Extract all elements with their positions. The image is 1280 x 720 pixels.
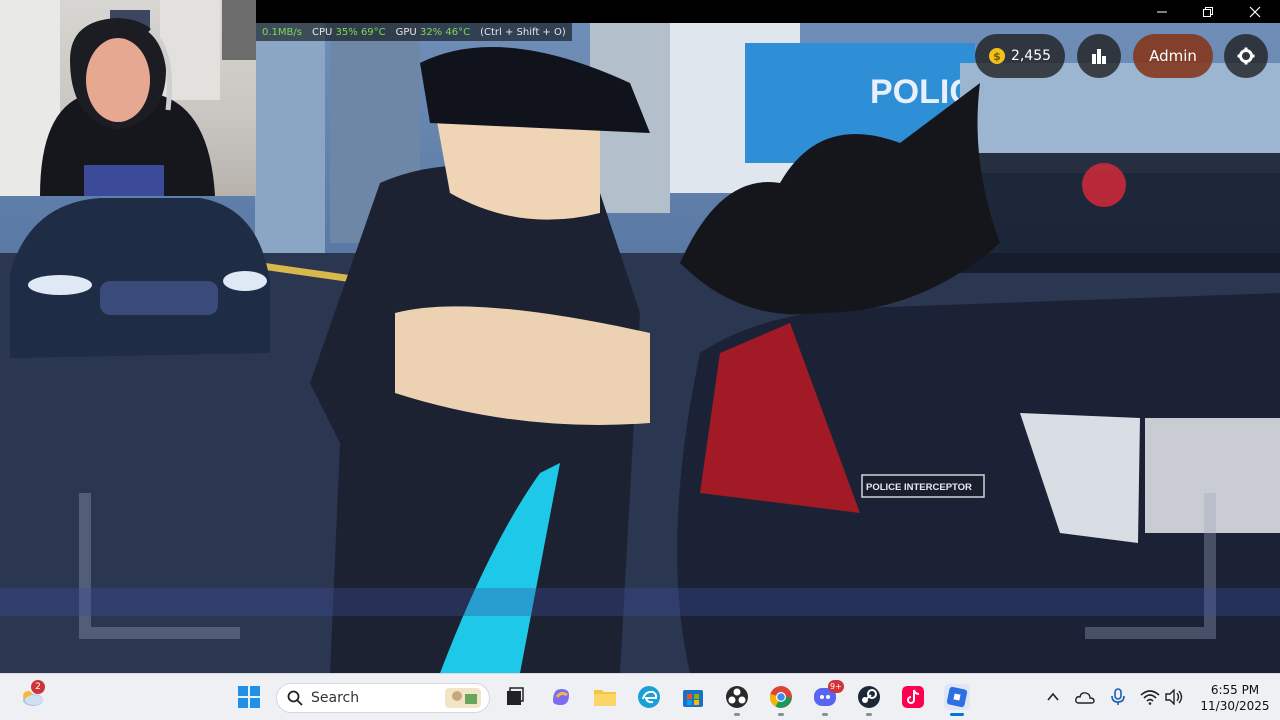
edge-button[interactable] (636, 684, 662, 710)
active-indicator (950, 713, 964, 716)
tiktok-icon (902, 686, 924, 708)
running-indicator (866, 713, 872, 716)
taskbar-search[interactable]: Search (276, 683, 490, 713)
microphone-icon (1111, 688, 1125, 705)
gear-icon (1237, 47, 1255, 65)
task-view-icon (507, 687, 524, 705)
search-icon (287, 690, 303, 706)
store-button[interactable] (680, 684, 706, 710)
restore-icon (1203, 6, 1213, 17)
gpu-usage: 32% (419, 26, 443, 38)
copilot-button[interactable] (548, 684, 574, 710)
store-icon (683, 690, 703, 707)
network-button[interactable] (1137, 684, 1163, 710)
car-left-headlight-r (223, 271, 267, 291)
screen: POLICE POLICE INTERCEPTOR 0.1MB/s CPU 35… (0, 0, 1280, 720)
chevron-up-icon (1047, 692, 1059, 701)
cloud-icon (1075, 692, 1095, 704)
cpu-stats: CPU 35% 69°C (312, 27, 386, 38)
net-speed: 0.1MB/s (262, 26, 302, 38)
obs-icon (726, 686, 748, 708)
taskbar-clock[interactable]: 6:55 PM 11/30/2025 (1196, 682, 1274, 714)
volume-button[interactable] (1161, 684, 1187, 710)
folder-icon (594, 690, 616, 706)
plate-text: POLICE INTERCEPTOR (866, 482, 972, 493)
gpu-label: GPU (395, 26, 417, 38)
overlay-hotkey: (Ctrl + Shift + O) (480, 26, 566, 38)
bar-chart-icon (1092, 49, 1106, 64)
onedrive-button[interactable] (1072, 684, 1098, 710)
roblox-button[interactable] (944, 684, 970, 716)
weather-notification-badge: 2 (31, 680, 45, 694)
stats-button[interactable] (1077, 34, 1121, 78)
cpu-temp: 69°C (360, 26, 386, 38)
copilot-icon (553, 689, 569, 705)
gpu-temp: 46°C (445, 26, 471, 38)
discord-notification-badge: 9+ (828, 680, 844, 693)
clock-date: 11/30/2025 (1200, 699, 1270, 713)
running-indicator (778, 713, 784, 716)
chrome-button[interactable] (768, 684, 794, 716)
webcam-shirt-print (84, 165, 164, 196)
webcam-feed (0, 0, 256, 196)
running-indicator (734, 713, 740, 716)
tiktok-button[interactable] (900, 684, 926, 710)
cpu-label: CPU (311, 26, 333, 38)
steam-button[interactable] (856, 684, 882, 716)
restore-button[interactable] (1185, 0, 1231, 23)
coin-counter[interactable]: $ 2,455 (975, 34, 1065, 78)
volume-icon (1165, 689, 1183, 705)
search-highlight-icon (445, 688, 481, 708)
edge-icon (638, 686, 660, 708)
cpu-usage: 35% (335, 26, 358, 38)
admin-button[interactable]: Admin (1133, 34, 1213, 78)
car-left-headlight-l (28, 275, 92, 295)
siren-light (1082, 163, 1126, 207)
performance-overlay: 0.1MB/s CPU 35% 69°C GPU 32% 46°C (Ctrl … (256, 23, 572, 41)
minimize-icon (1157, 11, 1167, 12)
gpu-stats: GPU 32% 46°C (396, 27, 470, 38)
close-button[interactable] (1232, 0, 1278, 23)
roblox-icon (946, 686, 968, 708)
task-view-button[interactable] (502, 684, 528, 710)
coin-icon: $ (988, 48, 1005, 64)
close-icon (1249, 6, 1261, 17)
chrome-icon (770, 686, 792, 708)
building-left (255, 23, 325, 253)
file-explorer-button[interactable] (592, 684, 618, 710)
microphone-button[interactable] (1105, 684, 1131, 710)
start-button[interactable] (236, 684, 262, 710)
running-indicator (822, 713, 828, 716)
clock-time: 6:55 PM (1210, 683, 1260, 697)
wifi-icon (1140, 690, 1160, 705)
webcam-overlay (0, 0, 256, 196)
minimize-button[interactable] (1139, 0, 1185, 23)
ui-band (0, 588, 1280, 616)
show-hidden-icons-button[interactable] (1040, 684, 1066, 710)
coin-amount: 2,455 (1010, 48, 1052, 64)
car-left-grille (100, 281, 218, 315)
obs-button[interactable] (724, 684, 750, 716)
windows-taskbar: Search 6:55 PM 11/30/2025 (0, 673, 1280, 720)
steam-icon (858, 686, 880, 708)
search-placeholder: Search (311, 690, 360, 706)
windows-icon (238, 686, 260, 708)
webcam-face (86, 38, 150, 122)
settings-button[interactable] (1224, 34, 1268, 78)
